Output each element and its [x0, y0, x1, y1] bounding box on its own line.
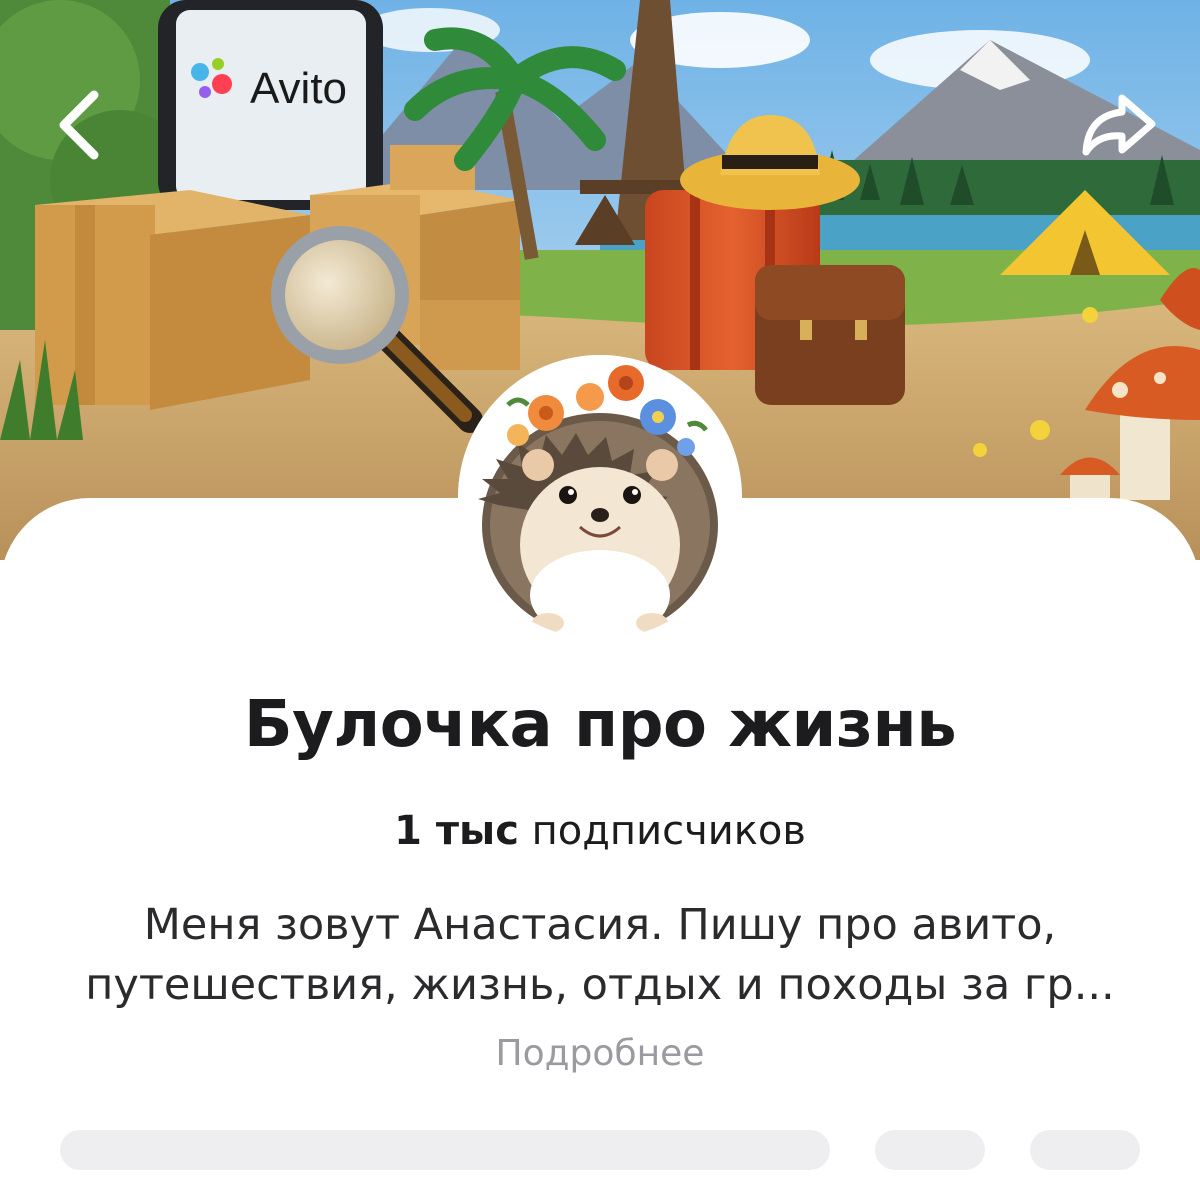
subscribers-number: 1 тыс [394, 808, 519, 854]
more-actions-button[interactable] [1030, 1130, 1140, 1170]
subscribers-count[interactable]: 1 тыс подписчиков [0, 808, 1200, 854]
avatar[interactable] [458, 355, 742, 639]
back-button[interactable] [30, 75, 130, 175]
share-button[interactable] [1068, 75, 1168, 175]
back-chevron-icon [59, 90, 99, 160]
cover-brand-text: Avito [250, 64, 347, 113]
subscribe-button[interactable] [60, 1130, 830, 1170]
more-link[interactable]: Подробнее [0, 1033, 1200, 1074]
action-button[interactable] [875, 1130, 985, 1170]
share-arrow-icon [1082, 94, 1156, 156]
channel-title: Булочка про жизнь [243, 688, 957, 762]
subscribers-label: подписчиков [531, 808, 806, 854]
channel-description: Меня зовут Анастасия. Пишу про авито, пу… [85, 900, 1115, 1010]
